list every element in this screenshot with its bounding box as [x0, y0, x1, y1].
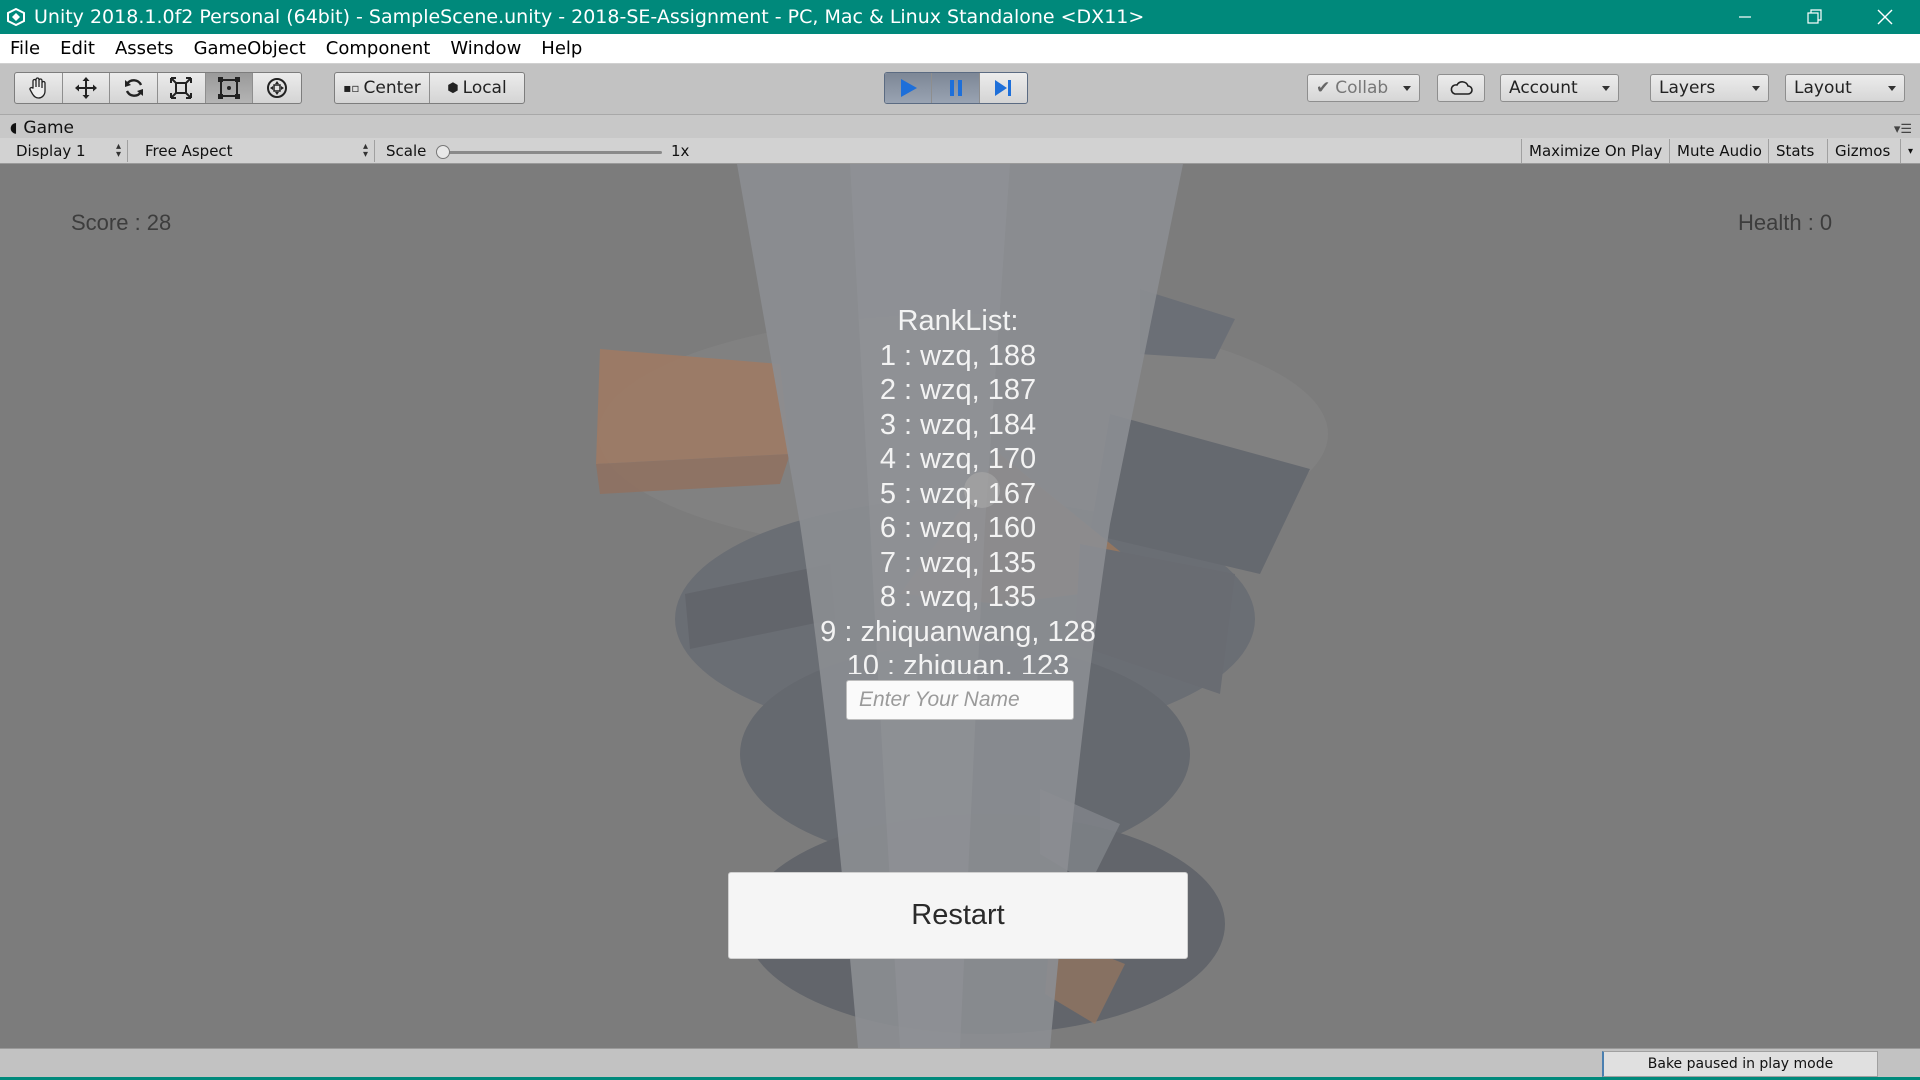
ranklist-entry: 3 : wzq, 184: [879, 408, 1037, 441]
toolbar: ▪▫ Center ⬢ Local ✔ Collab Account Layer…: [0, 64, 1920, 114]
unity-logo-icon: [6, 7, 26, 27]
display-label: Display 1: [16, 142, 86, 160]
layers-label: Layers: [1659, 78, 1716, 98]
menu-window[interactable]: Window: [440, 38, 531, 59]
play-icon[interactable]: [885, 73, 933, 103]
game-controls-bar: Display 1 ▴ ▾ Free Aspect ▴ ▾ Scale 1x Max…: [0, 138, 1920, 164]
mute-audio-label: Mute Audio: [1677, 142, 1762, 160]
collab-dropdown[interactable]: ✔ Collab: [1307, 74, 1420, 102]
menu-gameobject[interactable]: GameObject: [184, 38, 316, 59]
pacman-icon: ◖: [10, 120, 18, 136]
pivot-center-icon: ▪▫: [343, 81, 360, 95]
cube-icon: ⬢: [447, 80, 459, 96]
chevron-down-icon: [1752, 86, 1760, 91]
tab-game[interactable]: ◖ Game: [10, 117, 74, 139]
chevron-down-icon: [1602, 86, 1610, 91]
step-icon[interactable]: [980, 73, 1027, 103]
ranklist-entry: 1 : wzq, 188: [879, 339, 1037, 372]
window-title: Unity 2018.1.0f2 Personal (64bit) - Samp…: [34, 6, 1145, 28]
stats-toggle[interactable]: Stats: [1768, 139, 1822, 163]
maximize-on-play-label: Maximize On Play: [1529, 142, 1663, 160]
layers-dropdown[interactable]: Layers: [1650, 74, 1769, 102]
scale-icon[interactable]: [158, 73, 206, 103]
menu-file[interactable]: File: [0, 38, 50, 59]
close-icon[interactable]: [1850, 0, 1920, 34]
menu-assets[interactable]: Assets: [105, 38, 184, 59]
stats-label: Stats: [1776, 142, 1815, 160]
updown-arrow-icon: ▴ ▾: [362, 141, 368, 160]
scale-slider-track[interactable]: [444, 151, 662, 154]
hand-icon[interactable]: [15, 73, 63, 103]
ranklist-entry: 6 : wzq, 160: [879, 512, 1037, 544]
transform-tool-icon[interactable]: [253, 73, 301, 103]
ranklist-entry: 9 : zhiquanwang, 128: [820, 615, 1096, 648]
health-text: Health : 0: [1738, 210, 1833, 235]
ranklist-entry: 2 : wzq, 187: [879, 374, 1037, 406]
game-view[interactable]: Score : 28 Health : 0 RankList: 1 : wzq,…: [0, 164, 1920, 1048]
menu-component[interactable]: Component: [316, 38, 441, 59]
aspect-label: Free Aspect: [145, 142, 233, 160]
restore-icon[interactable]: [1780, 0, 1850, 34]
account-label: Account: [1509, 78, 1578, 98]
move-icon[interactable]: [63, 73, 111, 103]
menu-help[interactable]: Help: [531, 38, 592, 59]
aspect-dropdown[interactable]: Free Aspect ▴ ▾: [137, 140, 375, 162]
ranklist-entry: 10 : zhiquan, 123: [846, 650, 1070, 674]
rect-tool-icon[interactable]: [205, 73, 254, 103]
pivot-local-label: Local: [462, 78, 507, 98]
transform-tools: [14, 72, 302, 104]
layout-label: Layout: [1794, 78, 1852, 98]
ranklist-entry: 5 : wzq, 167: [879, 477, 1037, 510]
display-dropdown[interactable]: Display 1 ▴ ▾: [8, 140, 128, 162]
score-text: Score : 28: [71, 210, 172, 235]
status-bar: Bake paused in play mode: [0, 1048, 1920, 1080]
maximize-on-play-toggle[interactable]: Maximize On Play: [1521, 139, 1670, 163]
pivot-center-label: Center: [363, 78, 421, 98]
cloud-icon: [1450, 81, 1473, 95]
ranklist-entry: 8 : wzq, 135: [879, 581, 1037, 613]
ranklist: RankList: 1 : wzq, 188 2 : wzq, 187 3 : …: [758, 304, 1158, 674]
name-input[interactable]: [846, 680, 1074, 720]
layout-dropdown[interactable]: Layout: [1785, 74, 1905, 102]
pause-icon[interactable]: [932, 73, 980, 103]
collab-label: Collab: [1335, 78, 1389, 98]
tab-game-label: Game: [23, 118, 75, 138]
scale-label: Scale: [386, 142, 427, 160]
panel-menu-icon[interactable]: ▾☰: [1894, 121, 1912, 137]
chevron-down-icon: [1403, 86, 1411, 91]
menu-edit[interactable]: Edit: [50, 38, 105, 59]
account-dropdown[interactable]: Account: [1500, 74, 1619, 102]
ranklist-title: RankList:: [897, 305, 1019, 337]
checkmark-icon: ✔: [1316, 78, 1331, 98]
playback-controls: [884, 72, 1028, 104]
window-title-bar: Unity 2018.1.0f2 Personal (64bit) - Samp…: [0, 0, 1920, 34]
gizmos-dropdown-icon[interactable]: ▾: [1900, 139, 1920, 163]
minimize-icon[interactable]: [1710, 0, 1780, 34]
ranklist-entry: 4 : wzq, 170: [879, 443, 1037, 475]
pivot-toggles: ▪▫ Center ⬢ Local: [334, 72, 525, 104]
gizmos-label: Gizmos: [1835, 142, 1891, 160]
game-panel-header: ◖ Game ▾☰: [0, 114, 1920, 138]
ranklist-entry: 7 : wzq, 135: [879, 546, 1037, 579]
restart-label: Restart: [911, 899, 1005, 931]
gizmos-toggle[interactable]: Gizmos: [1827, 139, 1898, 163]
chevron-down-icon: [1888, 86, 1896, 91]
updown-arrow-icon: ▴ ▾: [115, 141, 121, 160]
scale-value: 1x: [671, 142, 690, 160]
rotate-icon[interactable]: [110, 73, 159, 103]
bake-status: Bake paused in play mode: [1602, 1051, 1878, 1077]
restart-button[interactable]: Restart: [728, 872, 1188, 959]
pivot-local-button[interactable]: ⬢ Local: [430, 73, 524, 103]
mute-audio-toggle[interactable]: Mute Audio: [1669, 139, 1769, 163]
cloud-button[interactable]: [1437, 74, 1485, 102]
pivot-center-button[interactable]: ▪▫ Center: [335, 73, 430, 103]
scale-slider-thumb[interactable]: [436, 145, 450, 159]
menu-bar: File Edit Assets GameObject Component Wi…: [0, 34, 1920, 64]
